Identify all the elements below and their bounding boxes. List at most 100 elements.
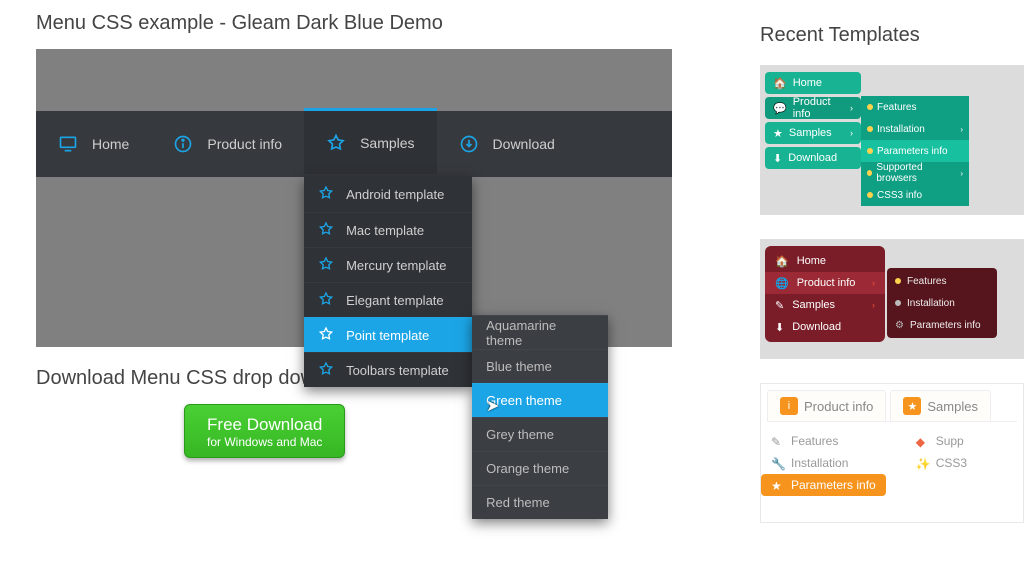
dropdown-item-label: Elegant template [346,293,444,308]
submenu-item[interactable]: Green theme [472,383,608,417]
submenu-item[interactable]: Orange theme [472,451,608,485]
teal-sub-item[interactable]: Features [861,96,969,118]
teal-sub-item[interactable]: Installation› [861,118,969,140]
dropdown-item-label: Toolbars template [346,363,449,378]
maroon-sub-label: Parameters info [910,320,981,331]
globe-icon: 🌐 [775,277,789,290]
teal-item-download[interactable]: ⬇Download [765,147,861,169]
maroon-item-product-info[interactable]: 🌐 Product info › [765,272,885,294]
star-icon [318,221,334,240]
teal-item-label: Download [788,152,837,164]
wrench-icon: 🔧 [771,457,783,469]
maroon-item-home[interactable]: 🏠Home [765,250,885,272]
dropdown-item[interactable]: Elegant template [304,282,472,317]
orange-list-item[interactable]: ✎ Features [771,430,886,452]
dropdown-item[interactable]: Mercury template [304,247,472,282]
main-menu-bar: Home Product info Samples Android templa… [36,111,672,177]
chat-icon: 💬 [773,102,787,115]
template-thumb-teal[interactable]: 🏠Home 💬Product info› ★Samples› ⬇Download… [760,65,1024,215]
bullet-icon [867,148,873,154]
template-thumb-maroon[interactable]: 🏠Home 🌐 Product info › ✎Samples› ⬇ Download… [760,239,1024,359]
chevron-right-icon: › [872,300,875,310]
teal-item-samples[interactable]: ★Samples› [765,122,861,144]
template-thumb-orange[interactable]: iProduct info ★Samples ✎ Features 🔧 Instal… [760,383,1024,523]
maroon-item-label: Download [792,321,841,333]
orange-li-label: Supp [936,434,964,448]
orange-list-1: ✎ Features 🔧 Installation ★ Parameters info [771,430,886,496]
maroon-item-label: Product info [797,277,856,289]
bullet-icon [895,300,901,306]
bullet-icon [867,126,873,132]
chevron-right-icon: › [872,278,875,288]
menu-item-product-info[interactable]: Product info [151,111,304,177]
menu-item-label: Home [92,136,129,152]
maroon-item-samples[interactable]: ✎Samples› [765,294,885,316]
free-download-button[interactable]: Free Download for Windows and Mac [184,404,345,458]
orange-li-label: Installation [791,456,848,470]
pencil-icon: ✎ [775,299,784,312]
submenu-item-label: Aquamarine theme [486,318,594,348]
download-button-line2: for Windows and Mac [207,435,322,449]
submenu-item[interactable]: Grey theme [472,417,608,451]
orange-li-label: Parameters info [791,478,876,492]
bullet-icon [867,192,873,198]
orange-list-item[interactable]: ★ Parameters info [761,474,886,496]
dropdown-item[interactable]: Toolbars template [304,352,472,387]
orange-tabs-row: iProduct info ★Samples [767,390,1017,422]
teal-sub-label: Installation [877,124,925,135]
tab-icon: ★ [903,397,921,415]
chevron-right-icon: › [850,128,853,138]
teal-item-label: Home [793,77,822,89]
orange-columns: ✎ Features 🔧 Installation ★ Parameters info… [767,422,1017,496]
pencil-icon: ✎ [771,435,783,447]
submenu-item[interactable]: Aquamarine theme [472,315,608,349]
maroon-item-download[interactable]: ⬇ Download [765,316,885,338]
teal-item-home[interactable]: 🏠Home [765,72,861,94]
teal-item-product-info[interactable]: 💬Product info› [765,97,861,119]
dropdown-item[interactable]: Mac template [304,212,472,247]
maroon-sub-item[interactable]: ⚙ Parameters info [887,314,997,336]
dropdown-item[interactable]: Android template [304,177,472,212]
bullet-icon [867,170,872,176]
maroon-sub-item[interactable]: Features [887,270,997,292]
teal-sub-item[interactable]: CSS3 info [861,184,969,206]
maroon-primary-column: 🏠Home 🌐 Product info › ✎Samples› ⬇ Download [765,246,885,342]
maroon-sub-label: Features [907,276,946,287]
teal-sub-item[interactable]: Supported browsers› [861,162,969,184]
star-icon: ★ [771,479,783,491]
orange-list-item[interactable]: 🔧 Installation [771,452,886,474]
star-icon [318,326,334,345]
chevron-right-icon: › [850,103,853,113]
maroon-item-label: Home [797,255,826,267]
orange-li-label: CSS3 [936,456,967,470]
dropdown-item[interactable]: Point template [304,317,472,352]
teal-item-label: Samples [789,127,832,139]
teal-sub-label: CSS3 info [877,190,922,201]
menu-item-label: Product info [207,136,282,152]
gear-icon: ⚙ [895,320,904,331]
dropdown-item-label: Mac template [346,223,424,238]
star-icon [318,256,334,275]
submenu-item[interactable]: Blue theme [472,349,608,383]
download-button-line1: Free Download [207,415,322,434]
menu-item-label: Download [493,136,555,152]
orange-tab-product-info[interactable]: iProduct info [767,390,886,421]
teal-sub-item[interactable]: Parameters info [861,140,969,162]
menu-item-home[interactable]: Home [36,111,151,177]
download-icon [459,134,479,154]
download-icon: ⬇ [775,321,784,334]
menu-item-download[interactable]: Download [437,111,577,177]
orange-list-item[interactable]: ✨CSS3 [916,452,967,474]
dropdown-item-label: Mercury template [346,258,446,273]
orange-list-item[interactable]: ◆Supp [916,430,967,452]
tab-icon: i [780,397,798,415]
orange-tab-samples[interactable]: ★Samples [890,390,991,421]
maroon-sub-item[interactable]: Installation [887,292,997,314]
submenu-item-label: Green theme [486,393,562,408]
point-submenu: Aquamarine theme Blue theme Green theme … [472,315,608,519]
orange-li-label: Features [791,434,838,448]
menu-item-samples[interactable]: Samples Android template Mac template Me… [304,108,436,174]
submenu-item[interactable]: Red theme [472,485,608,519]
maroon-sub-label: Installation [907,298,955,309]
dropdown-item-label: Android template [346,187,444,202]
